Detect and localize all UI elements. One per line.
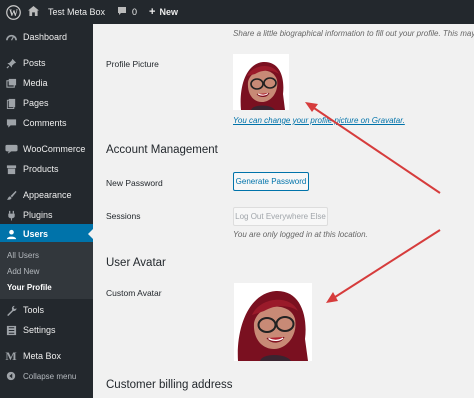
sidebar-item-label: Products <box>23 164 59 174</box>
admin-bar: W Test Meta Box 0 + New <box>0 0 474 24</box>
sidebar-item-tools[interactable]: Tools <box>0 300 93 320</box>
sidebar-item-products[interactable]: Products <box>0 159 93 179</box>
sessions-label: Sessions <box>106 211 141 221</box>
logout-everywhere-button[interactable]: Log Out Everywhere Else <box>233 207 328 226</box>
new-content-link[interactable]: + New <box>143 0 184 24</box>
woocommerce-icon <box>1 144 21 154</box>
sidebar-item-users[interactable]: Users <box>0 224 93 244</box>
sidebar-item-settings[interactable]: Settings <box>0 320 93 340</box>
collapse-circle-icon <box>1 371 21 381</box>
billing-address-heading: Customer billing address <box>106 379 233 391</box>
sidebar-item-label: Dashboard <box>23 32 68 42</box>
sidebar-item-label: Tools <box>23 305 45 315</box>
media-icon <box>1 78 21 89</box>
comment-bubble-icon <box>117 6 132 18</box>
pin-icon <box>1 58 21 69</box>
user-avatar-heading: User Avatar <box>106 257 166 269</box>
home-icon <box>28 6 44 18</box>
sessions-description: You are only logged in at this location. <box>233 230 368 239</box>
comment-bubble-icon <box>1 118 21 129</box>
sidebar-item-label: WooCommerce <box>23 144 86 154</box>
settings-sliders-icon <box>1 325 21 336</box>
sidebar-item-label: Settings <box>23 325 56 335</box>
sidebar-item-posts[interactable]: Posts <box>0 53 93 73</box>
dashboard-icon <box>1 32 21 43</box>
archive-box-icon <box>1 164 21 175</box>
new-label: New <box>159 7 178 17</box>
sidebar-item-label: Pages <box>23 98 49 108</box>
sidebar-item-dashboard[interactable]: Dashboard <box>0 27 93 47</box>
bio-description: Share a little biographical information … <box>233 29 474 38</box>
meta-box-m-icon: M <box>5 348 17 363</box>
users-icon <box>1 229 21 240</box>
sidebar-item-woocommerce[interactable]: WooCommerce <box>0 139 93 159</box>
comments-link[interactable]: 0 <box>111 0 143 24</box>
profile-form: Share a little biographical information … <box>93 24 474 398</box>
sidebar-item-plugins[interactable]: Plugins <box>0 205 93 225</box>
custom-avatar-label: Custom Avatar <box>106 288 162 298</box>
site-name: Test Meta Box <box>48 7 106 17</box>
sidebar-item-label: Collapse menu <box>23 371 77 381</box>
svg-text:W: W <box>9 7 18 17</box>
gravatar-link[interactable]: You can change your profile picture on G… <box>233 116 405 125</box>
paint-brush-icon <box>1 190 21 201</box>
sidebar-item-label: Comments <box>23 118 67 128</box>
sidebar-item-media[interactable]: Media <box>0 73 93 93</box>
submenu-all-users[interactable]: All Users <box>7 251 39 260</box>
generate-password-button[interactable]: Generate Password <box>233 172 309 191</box>
sidebar-item-meta-box[interactable]: M Meta Box <box>0 346 93 366</box>
sidebar-item-label: Appearance <box>23 190 72 200</box>
custom-avatar-image <box>234 283 312 361</box>
sidebar-item-comments[interactable]: Comments <box>0 113 93 133</box>
wordpress-logo-icon[interactable]: W <box>2 0 24 24</box>
collapse-menu-button[interactable]: Collapse menu <box>0 366 93 386</box>
users-submenu: All Users Add New Your Profile <box>0 242 93 299</box>
new-password-label: New Password <box>106 178 163 188</box>
sidebar-item-label: Users <box>23 229 49 239</box>
wrench-icon <box>1 305 21 316</box>
profile-picture-avatar <box>233 54 289 110</box>
plus-icon: + <box>149 6 156 18</box>
site-name-link[interactable]: Test Meta Box <box>24 0 111 24</box>
sidebar-item-appearance[interactable]: Appearance <box>0 185 93 205</box>
submenu-your-profile[interactable]: Your Profile <box>7 283 52 292</box>
pages-icon <box>1 98 21 109</box>
profile-picture-label: Profile Picture <box>106 59 159 69</box>
sidebar-item-label: Plugins <box>23 210 53 220</box>
plug-icon <box>1 210 21 221</box>
sidebar-item-label: Media <box>23 78 48 88</box>
sidebar-item-label: Meta Box <box>23 351 62 361</box>
submenu-add-new[interactable]: Add New <box>7 267 39 276</box>
account-management-heading: Account Management <box>106 144 218 156</box>
admin-sidebar: Dashboard Posts Media Pages Comments Woo… <box>0 24 93 398</box>
comments-count: 0 <box>132 7 138 17</box>
sidebar-item-pages[interactable]: Pages <box>0 93 93 113</box>
sidebar-item-label: Posts <box>23 58 46 68</box>
